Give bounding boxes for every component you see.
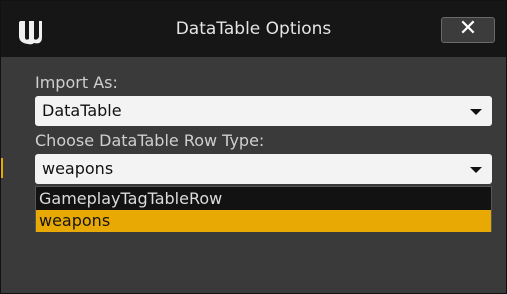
row-type-label: Choose DataTable Row Type:: [35, 131, 265, 150]
row-type-options-list: GameplayTagTableRow weapons: [35, 186, 492, 232]
edge-highlight: [1, 158, 3, 178]
row-type-value: weapons: [42, 159, 114, 178]
import-as-value: DataTable: [42, 101, 122, 120]
chevron-down-icon[interactable]: [470, 167, 482, 173]
row-type-dropdown[interactable]: weapons: [35, 154, 492, 184]
import-as-dropdown[interactable]: DataTable: [35, 96, 492, 126]
option-weapons[interactable]: weapons: [36, 210, 491, 232]
datatable-options-dialog: DataTable Options ✕ Import As: DataTable…: [0, 0, 507, 294]
dialog-title: DataTable Options: [175, 19, 332, 39]
import-as-label: Import As:: [35, 73, 118, 92]
chevron-down-icon[interactable]: [470, 109, 482, 115]
close-button[interactable]: ✕: [441, 17, 495, 43]
option-gameplaytagtablerow[interactable]: GameplayTagTableRow: [36, 188, 491, 210]
title-bar[interactable]: DataTable Options ✕: [1, 1, 506, 57]
